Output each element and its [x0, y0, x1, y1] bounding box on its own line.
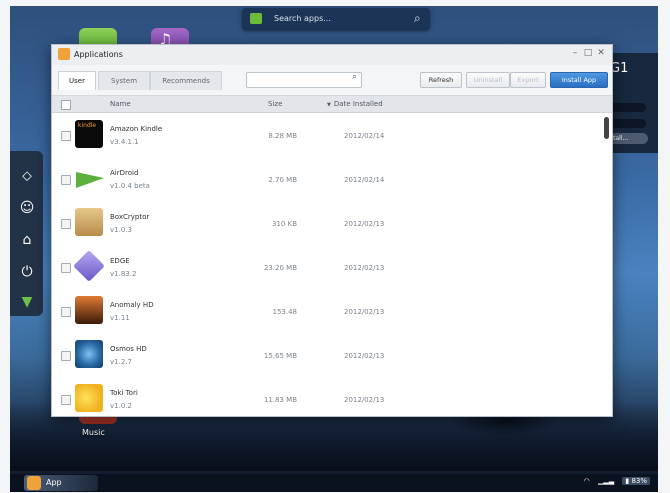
app-name: EDGE: [110, 257, 130, 265]
desktop: ♫ Music Search apps... ⌕ G1 stall... ⬦ ☺…: [10, 6, 658, 492]
uninstall-button[interactable]: Uninstall: [466, 72, 510, 88]
airdroid-logo-icon[interactable]: ▼: [18, 293, 36, 311]
table-row[interactable]: Osmos HD v1.2.7 15.65 MB 2012/02/13: [52, 333, 600, 377]
app-version: v1.0.2: [110, 402, 132, 410]
app-date: 2012/02/13: [344, 308, 385, 316]
table-row[interactable]: BoxCryptor v1.0.3 310 KB 2012/02/13: [52, 201, 600, 245]
row-checkbox[interactable]: [61, 307, 71, 317]
kindle-icon: kindle: [75, 120, 103, 148]
messages-icon[interactable]: ⬦: [18, 167, 36, 185]
toki-tori-icon: [75, 384, 103, 412]
battery-level: 83%: [631, 477, 647, 485]
table-row[interactable]: Toki Tori v1.0.2 11.83 MB 2012/02/13: [52, 377, 600, 416]
app-filter-input[interactable]: ⌕: [246, 72, 362, 88]
column-name[interactable]: Name: [110, 100, 131, 108]
export-button[interactable]: Export: [510, 72, 546, 88]
table-row[interactable]: AirDroid v1.0.4 beta 2.70 MB 2012/02/14: [52, 157, 600, 201]
app-name: Osmos HD: [110, 345, 147, 353]
app-size: 310 KB: [272, 220, 297, 228]
search-icon[interactable]: ⌕: [414, 11, 421, 26]
airdroid-icon: [75, 164, 104, 192]
window-title: Applications: [74, 50, 123, 59]
taskbar-app-label: App: [46, 478, 62, 487]
app-version: v1.0.3: [110, 226, 132, 234]
scrollbar-thumb[interactable]: [604, 117, 609, 139]
add-contact-icon[interactable]: ☺: [18, 199, 36, 217]
app-date: 2012/02/13: [344, 352, 385, 360]
column-date-label: Date Installed: [333, 100, 383, 108]
app-name: Toki Tori: [110, 389, 138, 397]
app-date: 2012/02/14: [344, 176, 385, 184]
app-name: AirDroid: [110, 169, 139, 177]
app-version: v1.2.7: [110, 358, 132, 366]
app-date: 2012/02/13: [344, 396, 385, 404]
toolbar: User System Recommends ⌕ Refresh Uninsta…: [52, 65, 612, 96]
table-row[interactable]: kindle Amazon Kindle v3.4.1.1 8.28 MB 20…: [52, 113, 600, 157]
taskbar-app-button[interactable]: App: [24, 475, 98, 491]
app-date: 2012/02/14: [344, 132, 385, 140]
osmos-icon: [75, 340, 103, 368]
row-checkbox[interactable]: [61, 219, 71, 229]
app-size: 8.28 MB: [268, 132, 297, 140]
close-button[interactable]: ✕: [596, 48, 606, 58]
app-size: 2.70 MB: [268, 176, 297, 184]
home-icon[interactable]: ⌂: [18, 231, 36, 249]
window-titlebar[interactable]: Applications – □ ✕: [52, 45, 612, 65]
refresh-button[interactable]: Refresh: [420, 72, 462, 88]
app-size: 15.65 MB: [263, 352, 297, 360]
app-size: 23.20 MB: [263, 264, 297, 272]
apps-list: kindle Amazon Kindle v3.4.1.1 8.28 MB 20…: [52, 113, 600, 416]
boxcryptor-icon: [75, 208, 103, 236]
app-version: v1.11: [110, 314, 130, 322]
signal-icon: ▁▂▃: [597, 477, 615, 485]
taskbar: App ◠ ▁▂▃ ▮ 83%: [10, 474, 658, 492]
row-checkbox[interactable]: [61, 395, 71, 405]
left-dock: ⬦ ☺ ⌂ ⏻ ▼: [10, 151, 43, 316]
applications-icon: [58, 48, 70, 60]
music-label: Music: [82, 428, 105, 437]
row-checkbox[interactable]: [61, 131, 71, 141]
app-version: v1.0.4 beta: [110, 182, 150, 190]
app-version: v1.83.2: [110, 270, 137, 278]
row-checkbox[interactable]: [61, 351, 71, 361]
minimize-button[interactable]: –: [570, 48, 580, 58]
tab-user[interactable]: User: [58, 71, 96, 90]
edge-icon: [73, 250, 105, 282]
table-row[interactable]: EDGE v1.83.2 23.20 MB 2012/02/13: [52, 245, 600, 289]
table-header: Name Size ▼ Date Installed: [52, 96, 612, 113]
app-size: 11.83 MB: [263, 396, 297, 404]
tab-system[interactable]: System: [98, 71, 150, 90]
app-version: v3.4.1.1: [110, 138, 139, 146]
app-icon: [27, 476, 41, 490]
app-date: 2012/02/13: [344, 220, 385, 228]
app-date: 2012/02/13: [344, 264, 385, 272]
battery-icon: ▮: [625, 477, 630, 485]
battery-indicator: ▮ 83%: [622, 477, 650, 485]
app-name: Amazon Kindle: [110, 125, 163, 133]
app-search-bar[interactable]: Search apps... ⌕: [242, 8, 430, 30]
tab-recommends[interactable]: Recommends: [150, 71, 222, 90]
app-size: 153.48: [272, 308, 298, 316]
power-icon[interactable]: ⏻: [18, 263, 36, 281]
select-all-checkbox[interactable]: [61, 100, 71, 110]
store-icon: [250, 13, 262, 24]
install-app-button[interactable]: Install App: [550, 72, 608, 88]
app-name: Anomaly HD: [110, 301, 154, 309]
table-row[interactable]: Anomaly HD v1.11 153.48 2012/02/13: [52, 289, 600, 333]
sort-desc-icon: ▼: [327, 102, 331, 108]
applications-window: Applications – □ ✕ User System Recommend…: [51, 44, 613, 417]
kindle-icon-text: kindle: [78, 122, 97, 129]
status-area: ◠ ▁▂▃ ▮ 83%: [584, 477, 650, 485]
maximize-button[interactable]: □: [583, 48, 593, 58]
anomaly-icon: [75, 296, 103, 324]
column-size[interactable]: Size: [268, 100, 282, 108]
search-placeholder: Search apps...: [274, 14, 331, 23]
row-checkbox[interactable]: [61, 263, 71, 273]
wifi-icon: ◠: [583, 477, 590, 485]
row-checkbox[interactable]: [61, 175, 71, 185]
column-date-installed[interactable]: ▼ Date Installed: [327, 100, 383, 108]
search-icon[interactable]: ⌕: [352, 72, 357, 82]
app-name: BoxCryptor: [110, 213, 150, 221]
